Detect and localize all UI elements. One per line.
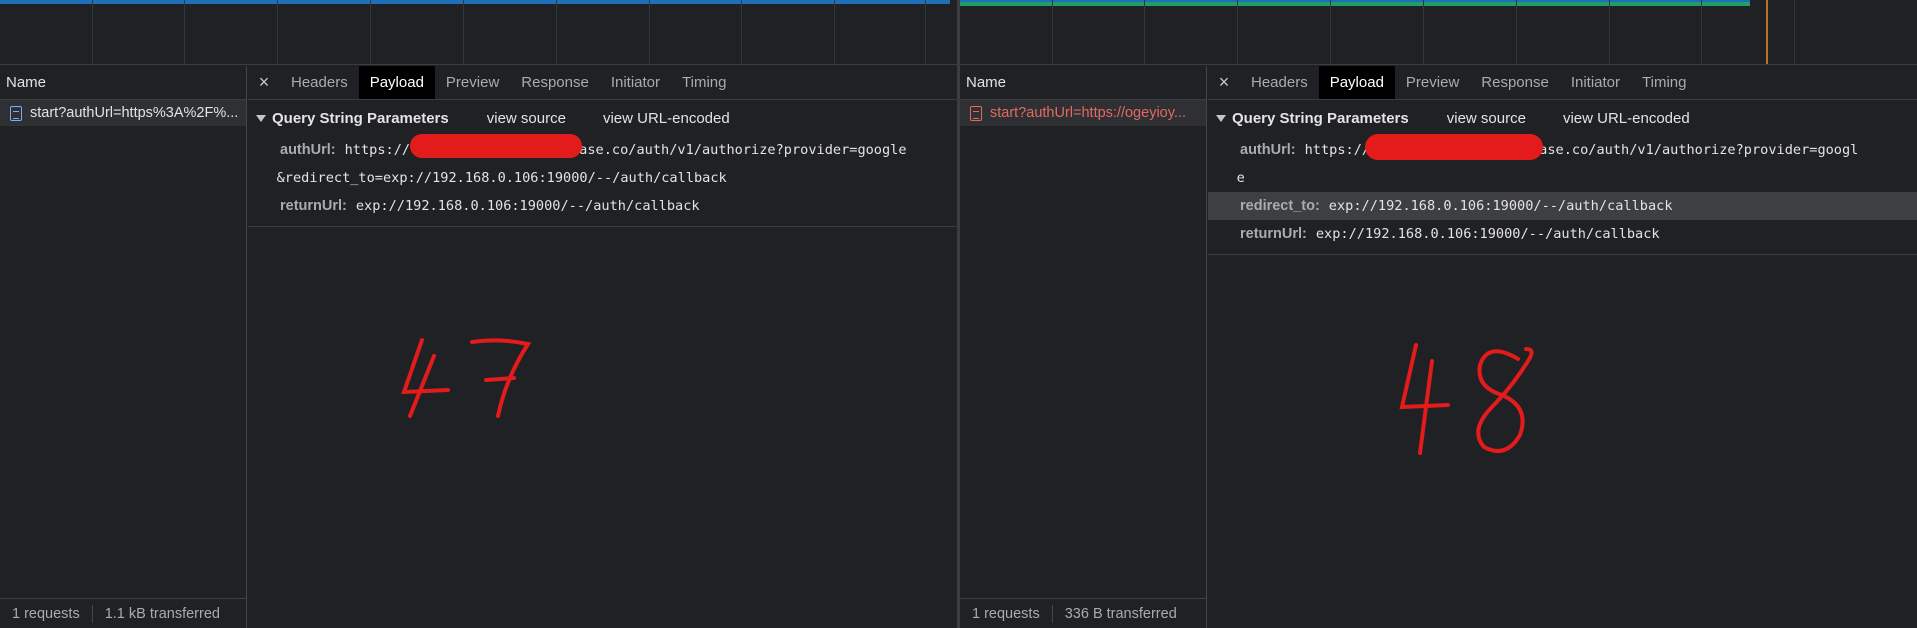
tab-payload[interactable]: Payload — [358, 66, 435, 99]
param-key: returnUrl: — [1240, 226, 1307, 242]
timeline-gridline — [1144, 0, 1145, 64]
detail-tabs: × Headers Payload Preview Response Initi… — [248, 66, 957, 100]
query-string-section: Query String Parameters view source view… — [248, 100, 957, 227]
tab-response[interactable]: Response — [510, 66, 600, 99]
timeline-gridline — [1423, 0, 1424, 64]
timeline-request-bar — [0, 0, 950, 4]
timeline-gridline — [1237, 0, 1238, 64]
tab-preview[interactable]: Preview — [1395, 66, 1470, 99]
timeline-gridline — [1794, 0, 1795, 64]
param-value: exp://192.168.0.106:19000/--/auth/callba… — [355, 198, 700, 214]
param-key: redirect_to: — [1240, 198, 1320, 214]
timeline-gridline — [1330, 0, 1331, 64]
redaction-mark — [1365, 134, 1543, 160]
timeline-request-bar — [960, 0, 1750, 6]
network-timeline[interactable] — [960, 0, 1917, 65]
document-icon — [970, 105, 982, 121]
name-column-header[interactable]: Name — [0, 66, 246, 100]
request-count: 1 requests — [960, 604, 1053, 623]
timeline-gridline — [649, 0, 650, 64]
request-name: start?authUrl=https%3A%2F%... — [30, 105, 239, 121]
tab-timing[interactable]: Timing — [671, 66, 737, 99]
redaction-mark — [410, 134, 582, 158]
transferred-size: 336 B transferred — [1064, 605, 1177, 622]
query-string-section: Query String Parameters view source view… — [1208, 100, 1917, 255]
triangle-down-icon[interactable] — [256, 114, 266, 122]
section-title: Query String Parameters — [272, 109, 449, 127]
timeline-gridline — [277, 0, 278, 64]
request-row[interactable]: start?authUrl=https%3A%2F%... — [0, 100, 246, 126]
section-header[interactable]: Query String Parameters view source view… — [1208, 100, 1917, 136]
param-key: returnUrl: — [280, 198, 347, 214]
tab-initiator[interactable]: Initiator — [1560, 66, 1631, 99]
timeline-gridline — [92, 0, 93, 64]
timeline-gridline — [370, 0, 371, 64]
section-header[interactable]: Query String Parameters view source view… — [248, 100, 957, 136]
devtools-panel-right: Name start?authUrl=https://ogeyioy... 1 … — [960, 0, 1917, 628]
devtools-panel-left: Name start?authUrl=https%3A%2F%... 1 req… — [0, 0, 957, 628]
request-name: start?authUrl=https://ogeyioy... — [990, 105, 1186, 121]
close-icon[interactable]: × — [1208, 66, 1240, 99]
param-key: authUrl: — [280, 142, 336, 158]
transferred-size: 1.1 kB transferred — [104, 605, 220, 622]
timeline-gridline — [741, 0, 742, 64]
timeline-gridline — [1052, 0, 1053, 64]
status-bar: 1 requests 336 B transferred — [960, 598, 1206, 628]
param-row-returnurl: returnUrl: exp://192.168.0.106:19000/--/… — [1208, 220, 1917, 248]
timeline-gridline — [1701, 0, 1702, 64]
param-value: exp://192.168.0.106:19000/--/auth/callba… — [1315, 226, 1660, 242]
param-value: exp://192.168.0.106:19000/--/auth/callba… — [1328, 198, 1673, 214]
tab-payload[interactable]: Payload — [1318, 66, 1395, 99]
timeline-gridline — [1609, 0, 1610, 64]
tab-timing[interactable]: Timing — [1631, 66, 1697, 99]
param-row-authurl: authUrl: https://.supabase.co/auth/v1/au… — [248, 136, 957, 192]
close-icon[interactable]: × — [248, 66, 280, 99]
timeline-gridline — [556, 0, 557, 64]
view-source-link[interactable]: view source — [1447, 110, 1526, 127]
handwritten-annotation-48 — [1399, 343, 1534, 455]
document-icon — [10, 105, 22, 121]
tab-headers[interactable]: Headers — [280, 66, 359, 99]
timeline-gridline — [1516, 0, 1517, 64]
tab-response[interactable]: Response — [1470, 66, 1560, 99]
request-list: Name start?authUrl=https%3A%2F%... 1 req… — [0, 66, 247, 628]
tab-preview[interactable]: Preview — [435, 66, 510, 99]
tab-headers[interactable]: Headers — [1240, 66, 1319, 99]
param-key: authUrl: — [1240, 142, 1296, 158]
triangle-down-icon[interactable] — [1216, 114, 1226, 122]
detail-tabs: × Headers Payload Preview Response Initi… — [1208, 66, 1917, 100]
name-column-header[interactable]: Name — [960, 66, 1206, 100]
request-count: 1 requests — [0, 604, 93, 623]
tab-initiator[interactable]: Initiator — [600, 66, 671, 99]
timeline-gridline — [463, 0, 464, 64]
request-row[interactable]: start?authUrl=https://ogeyioy... — [960, 100, 1206, 126]
section-title: Query String Parameters — [1232, 109, 1409, 127]
view-source-link[interactable]: view source — [487, 110, 566, 127]
param-row-redirect-to[interactable]: redirect_to: exp://192.168.0.106:19000/-… — [1208, 192, 1917, 220]
param-row-returnurl: returnUrl: exp://192.168.0.106:19000/--/… — [248, 192, 957, 220]
timeline-gridline — [834, 0, 835, 64]
network-timeline[interactable] — [0, 0, 957, 65]
request-list: Name start?authUrl=https://ogeyioy... 1 … — [960, 66, 1207, 628]
view-url-encoded-link[interactable]: view URL-encoded — [1563, 110, 1690, 127]
handwritten-annotation-47 — [401, 338, 532, 418]
timeline-gridline — [925, 0, 926, 64]
request-detail: × Headers Payload Preview Response Initi… — [248, 66, 957, 628]
timeline-marker — [1766, 0, 1768, 64]
timeline-gridline — [184, 0, 185, 64]
view-url-encoded-link[interactable]: view URL-encoded — [603, 110, 730, 127]
status-bar: 1 requests 1.1 kB transferred — [0, 598, 246, 628]
param-row-authurl: authUrl: https://.supabase.co/auth/v1/au… — [1208, 136, 1917, 192]
request-detail: × Headers Payload Preview Response Initi… — [1208, 66, 1917, 628]
